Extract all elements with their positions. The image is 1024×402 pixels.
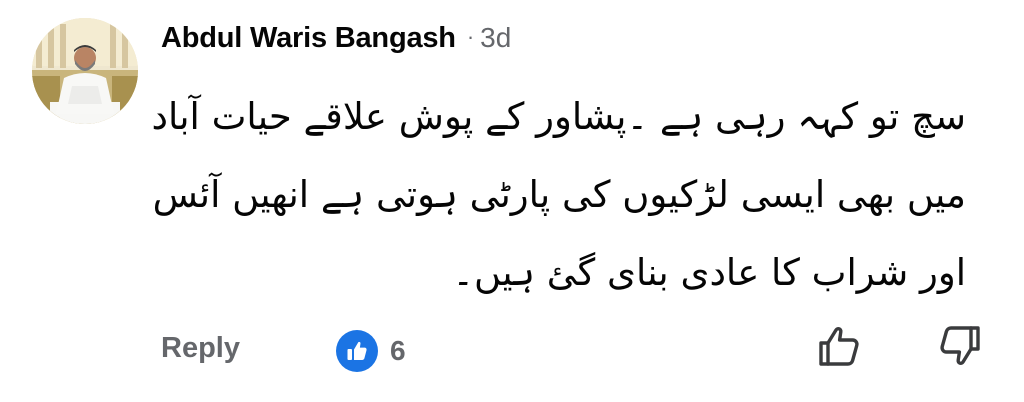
author-name[interactable]: Abdul Waris Bangash xyxy=(161,22,456,55)
reply-button[interactable]: Reply xyxy=(161,332,240,365)
reaction-count: 6 xyxy=(390,335,406,366)
like-icon xyxy=(336,330,378,372)
timestamp[interactable]: 3d xyxy=(480,22,511,54)
avatar-photo xyxy=(32,18,138,124)
avatar[interactable] xyxy=(32,18,138,124)
comment-text-line: سچ تو کہہ رہی ہے ۔پشاور کے پوش علاقے حیا… xyxy=(151,95,967,138)
reaction-summary[interactable]: 6 xyxy=(336,330,406,372)
thumbs-up-icon[interactable] xyxy=(815,322,863,370)
comment-text: سچ تو کہہ رہی ہے ۔پشاور کے پوش علاقے حیا… xyxy=(146,78,967,312)
comment-text-line: اور شراب کا عادی بنای گئ ہیں۔ xyxy=(452,251,966,294)
comment-text-line: میں بھی ایسی لڑکیوں کی پارٹی ہوتی ہے انھ… xyxy=(152,173,966,216)
thumbs-down-icon[interactable] xyxy=(936,322,984,370)
comment-header: Abdul Waris Bangash · 3d xyxy=(161,22,511,58)
meta-separator: · xyxy=(466,24,475,49)
